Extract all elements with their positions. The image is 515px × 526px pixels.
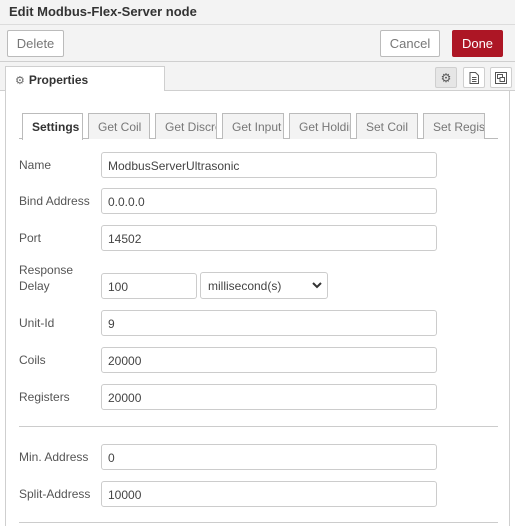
name-input[interactable]: ModbusServerUltrasonic — [101, 152, 437, 178]
response-delay-input[interactable]: 100 — [101, 273, 197, 299]
dialog-title: Edit Modbus-Flex-Server node — [0, 0, 515, 25]
node-description-button[interactable] — [463, 67, 485, 88]
gear-icon: ⚙ — [15, 75, 25, 87]
section-divider — [19, 522, 498, 523]
object-ungroup-icon — [495, 71, 507, 84]
unit-id-label: Unit-Id — [19, 316, 55, 330]
registers-input[interactable]: 20000 — [101, 384, 437, 410]
port-input[interactable]: 14502 — [101, 225, 437, 251]
subtab-get-coil[interactable]: Get Coil — [88, 113, 150, 139]
delete-button[interactable]: Delete — [7, 30, 64, 57]
split-address-input[interactable]: 10000 — [101, 481, 437, 507]
node-appearance-button[interactable] — [490, 67, 512, 88]
subtab-settings[interactable]: Settings — [22, 113, 83, 140]
node-properties-button[interactable]: ⚙ — [435, 67, 457, 88]
response-delay-unit-value: millisecond(s) — [208, 279, 282, 293]
properties-tabs-bar: ⚙ Properties ⚙ — [0, 62, 515, 92]
min-address-label: Min. Address — [19, 450, 89, 464]
file-text-icon — [469, 71, 479, 84]
subtab-get-discrete-inputs[interactable]: Get Discrete Inputs — [155, 113, 217, 139]
split-address-label: Split-Address — [19, 487, 91, 501]
response-delay-unit-select[interactable]: millisecond(s) — [200, 272, 328, 299]
tab-properties-label: Properties — [28, 73, 89, 87]
response-delay-label-line1: Response — [19, 263, 74, 277]
tab-properties[interactable]: ⚙ Properties — [5, 66, 165, 92]
coils-input[interactable]: 20000 — [101, 347, 437, 373]
unit-id-input[interactable]: 9 — [101, 310, 437, 336]
registers-label: Registers — [19, 390, 70, 404]
done-button[interactable]: Done — [452, 30, 503, 57]
subtab-get-holding-registers[interactable]: Get Holding Registers — [289, 113, 351, 139]
subtab-set-register[interactable]: Set Register — [423, 113, 485, 139]
chevron-down-icon — [312, 282, 322, 289]
bind-address-label: Bind Address — [19, 194, 90, 208]
coils-label: Coils — [19, 353, 46, 367]
subtab-set-coil[interactable]: Set Coil — [356, 113, 418, 139]
min-address-input[interactable]: 0 — [101, 444, 437, 470]
response-delay-label-line2: Delay — [19, 279, 50, 293]
port-label: Port — [19, 231, 42, 245]
name-label: Name — [19, 158, 52, 172]
gear-icon: ⚙ — [440, 70, 452, 85]
section-divider — [19, 426, 498, 427]
cancel-button[interactable]: Cancel — [380, 30, 440, 57]
subtab-get-input-registers[interactable]: Get Input Registers — [222, 113, 284, 139]
dialog-toolbar: Delete Cancel Done — [0, 25, 515, 62]
bind-address-input[interactable]: 0.0.0.0 — [101, 188, 437, 214]
